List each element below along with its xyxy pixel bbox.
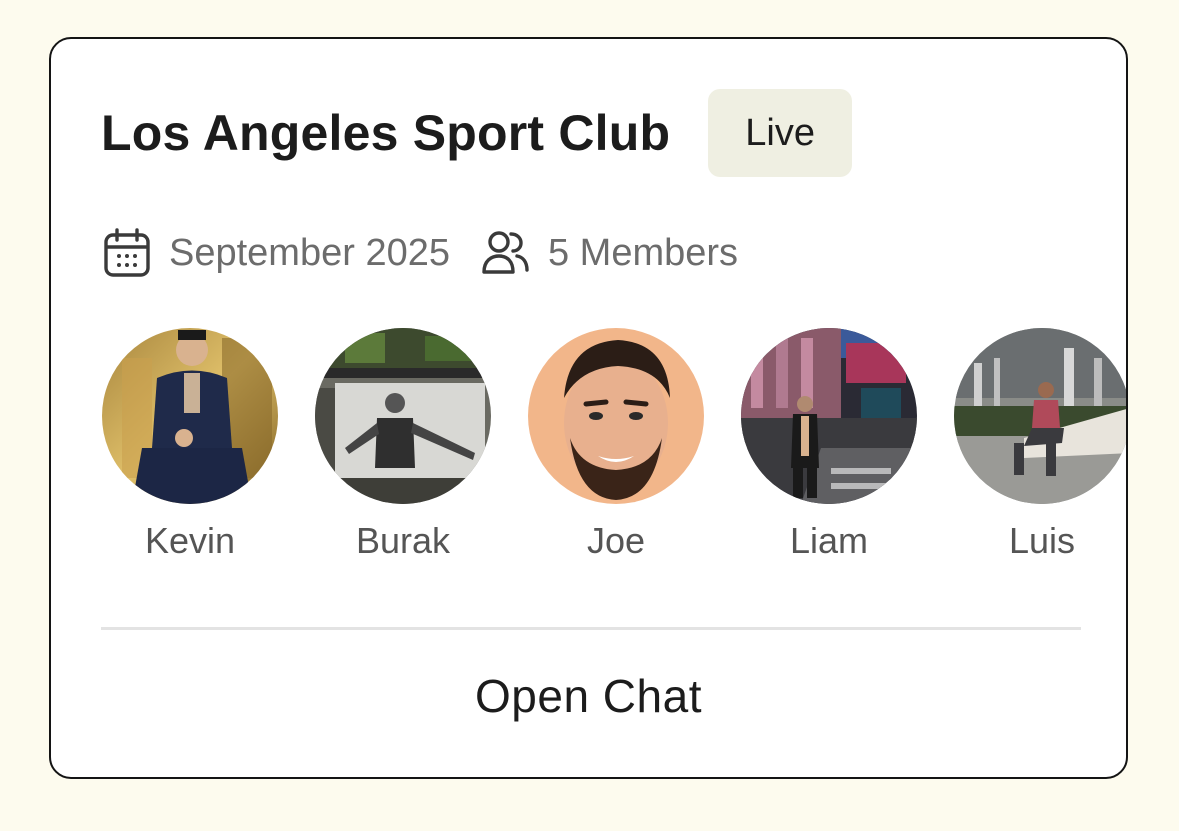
member-name: Joe — [586, 520, 646, 561]
member-name: Burak — [355, 520, 451, 561]
member-item[interactable]: Luis — [953, 328, 1126, 562]
card-header: Los Angeles Sport Club Live — [101, 89, 852, 177]
member-item[interactable]: Kevin — [101, 328, 279, 562]
avatar[interactable] — [528, 328, 704, 504]
member-item[interactable]: Joe — [527, 328, 705, 562]
member-name: Kevin — [144, 520, 236, 561]
live-status-badge: Live — [708, 89, 852, 177]
member-name: Luis — [1008, 520, 1076, 561]
avatar[interactable] — [741, 328, 917, 504]
club-date: September 2025 — [169, 231, 450, 274]
club-card: Los Angeles Sport Club Live September 20… — [49, 37, 1128, 779]
avatar[interactable] — [102, 328, 278, 504]
users-icon — [480, 228, 530, 278]
members-list: Kevin Burak Joe Liam Luis — [101, 328, 1126, 568]
avatar[interactable] — [315, 328, 491, 504]
member-item[interactable]: Burak — [314, 328, 492, 562]
club-meta: September 2025 5 Members — [103, 228, 738, 278]
member-item[interactable]: Liam — [740, 328, 918, 562]
club-title: Los Angeles Sport Club — [101, 105, 671, 161]
open-chat-button[interactable]: Open Chat — [51, 669, 1126, 723]
calendar-icon — [103, 228, 151, 278]
avatar[interactable] — [954, 328, 1126, 504]
member-name: Liam — [789, 520, 869, 561]
divider — [101, 627, 1081, 630]
members-count: 5 Members — [547, 231, 739, 274]
